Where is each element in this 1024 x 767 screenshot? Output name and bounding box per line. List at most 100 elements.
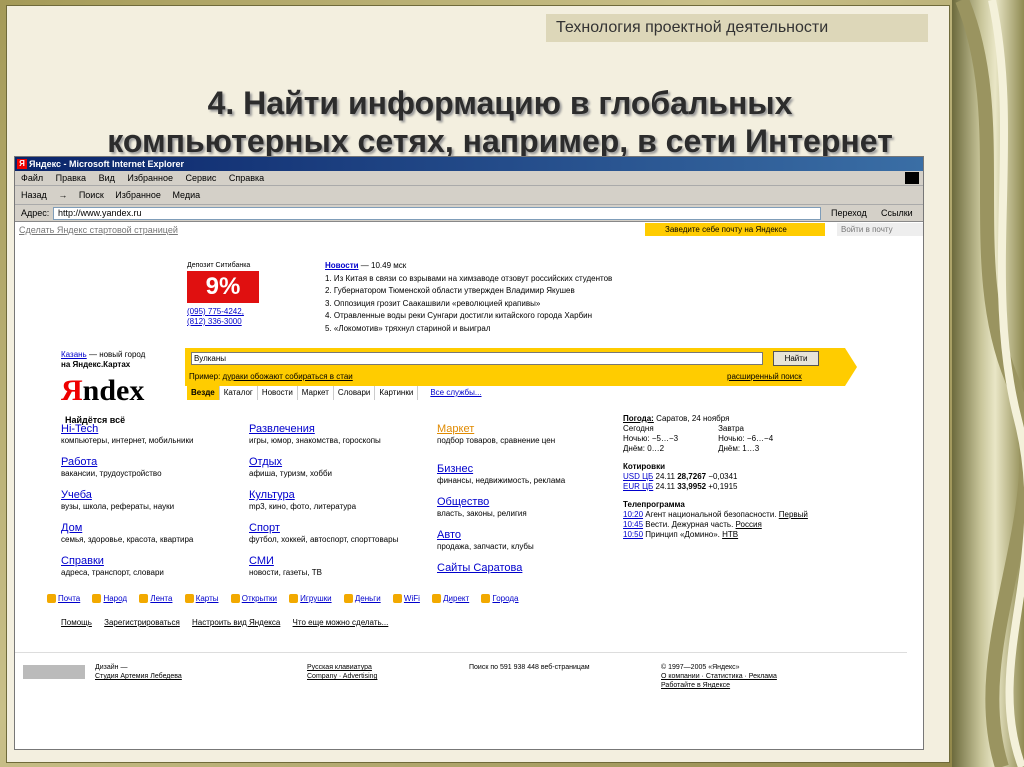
news-item[interactable]: 3. Оппозиция грозит Саакашвили «революци…: [325, 298, 805, 311]
news-item[interactable]: 1. Из Китая в связи со взрывами на химза…: [325, 273, 805, 286]
service-maps[interactable]: Карты: [196, 594, 219, 603]
category[interactable]: Авто продажа, запчасти, клубы: [437, 528, 534, 552]
category[interactable]: Сайты Саратова: [437, 561, 522, 575]
jobs-link[interactable]: Работайте в Яндексе: [661, 681, 777, 690]
category-title[interactable]: Дом: [61, 521, 193, 535]
help-link[interactable]: Помощь: [61, 618, 92, 627]
search-input[interactable]: Вулканы: [191, 352, 763, 365]
news-title-link[interactable]: Новости: [325, 261, 359, 270]
category[interactable]: Маркет подбор товаров, сравнение цен: [437, 422, 555, 446]
rate-name[interactable]: EUR ЦБ: [623, 482, 653, 491]
address-input[interactable]: http://www.yandex.ru: [53, 207, 821, 220]
weather-title[interactable]: Погода:: [623, 414, 654, 423]
service-mail[interactable]: Почта: [58, 594, 80, 603]
customize-link[interactable]: Настроить вид Яндекса: [192, 618, 280, 627]
about-links[interactable]: О компании · Статистика · Реклама: [661, 672, 777, 681]
menu-favorites[interactable]: Избранное: [127, 173, 173, 183]
category[interactable]: Бизнес финансы, недвижимость, реклама: [437, 462, 565, 486]
category[interactable]: Спорт футбол, хоккей, автоспорт, спорттов…: [249, 521, 398, 545]
rate-change: −0,0341: [708, 472, 738, 481]
category-title[interactable]: Отдых: [249, 455, 332, 469]
service-cities[interactable]: Города: [492, 594, 518, 603]
tab-dictionaries[interactable]: Словари: [334, 386, 376, 400]
tv-time[interactable]: 10:50: [623, 530, 643, 539]
tv-time[interactable]: 10:20: [623, 510, 643, 519]
tab-everywhere[interactable]: Везде: [187, 386, 220, 400]
tv-channel[interactable]: Первый: [779, 510, 808, 519]
service-toys[interactable]: Игрушки: [300, 594, 331, 603]
company-link[interactable]: Company · Advertising: [307, 672, 377, 681]
menu-file[interactable]: Файл: [21, 173, 43, 183]
menu-tools[interactable]: Сервис: [186, 173, 217, 183]
rate-name[interactable]: USD ЦБ: [623, 472, 653, 481]
direct-icon: [432, 594, 442, 604]
category[interactable]: Работа вакансии, трудоустройство: [61, 455, 162, 479]
ad-block[interactable]: Депозит Ситибанка 9% (095) 775-4242, (81…: [187, 262, 267, 327]
tab-catalog[interactable]: Каталог: [220, 386, 258, 400]
category[interactable]: Отдых афиша, туризм, хобби: [249, 455, 332, 479]
service-direct[interactable]: Директ: [443, 594, 469, 603]
menu-edit[interactable]: Правка: [56, 173, 86, 183]
city-link[interactable]: Казань: [61, 350, 87, 359]
category[interactable]: Учеба вузы, школа, рефераты, науки: [61, 488, 174, 512]
city-text: — новый город: [88, 350, 146, 359]
category-title[interactable]: Авто: [437, 528, 534, 542]
login-link[interactable]: Войти в почту: [837, 223, 923, 236]
category-title[interactable]: Учеба: [61, 488, 174, 502]
media-button[interactable]: Медиа: [172, 190, 200, 200]
menu-help[interactable]: Справка: [229, 173, 264, 183]
category-title[interactable]: Справки: [61, 554, 164, 568]
yandex-logo[interactable]: Яndex: [61, 374, 144, 408]
bottom-links: Помощь Зарегистрироваться Настроить вид …: [61, 618, 398, 627]
category-title[interactable]: Работа: [61, 455, 162, 469]
search-submit-button[interactable]: Найти: [773, 351, 819, 366]
news-item[interactable]: 4. Отравленные воды реки Сунгари достигл…: [325, 310, 805, 323]
category[interactable]: Справки адреса, транспорт, словари: [61, 554, 164, 578]
tab-news[interactable]: Новости: [258, 386, 298, 400]
tab-market[interactable]: Маркет: [298, 386, 334, 400]
category[interactable]: Дом семья, здоровье, красота, квартира: [61, 521, 193, 545]
service-wifi[interactable]: WiFi: [404, 594, 420, 603]
register-link[interactable]: Зарегистрироваться: [104, 618, 180, 627]
service-narod[interactable]: Народ: [103, 594, 127, 603]
tab-images[interactable]: Картинки: [375, 386, 419, 400]
links-button[interactable]: Ссылки: [881, 205, 913, 221]
studio-link[interactable]: Студия Артемия Лебедева: [95, 672, 182, 681]
back-button[interactable]: Назад: [21, 190, 47, 200]
favorites-button[interactable]: Избранное: [115, 190, 161, 200]
make-home-link[interactable]: Сделать Яндекс стартовой страницей: [19, 225, 178, 235]
tv-time[interactable]: 10:45: [623, 520, 643, 529]
news-item[interactable]: 5. «Локомотив» тряхнул стариной и выигра…: [325, 323, 805, 336]
search-button[interactable]: Поиск: [79, 190, 104, 200]
tv-channel[interactable]: Россия: [736, 520, 762, 529]
category[interactable]: Общество власть, законы, религия: [437, 495, 527, 519]
all-services-link[interactable]: Все службы...: [426, 386, 485, 400]
service-money[interactable]: Деньги: [355, 594, 381, 603]
service-lenta[interactable]: Лента: [150, 594, 172, 603]
category[interactable]: Развлечения игры, юмор, знакомства, горос…: [249, 422, 381, 446]
keyboard-link[interactable]: Русская клавиатура: [307, 663, 377, 672]
news-item[interactable]: 2. Губернатором Тюменской области утверж…: [325, 285, 805, 298]
category-title[interactable]: Культура: [249, 488, 356, 502]
category[interactable]: СМИ новости, газеты, ТВ: [249, 554, 322, 578]
service-postcards[interactable]: Открытки: [242, 594, 277, 603]
category-title[interactable]: Спорт: [249, 521, 398, 535]
tv-channel[interactable]: НТВ: [722, 530, 738, 539]
category-title[interactable]: Развлечения: [249, 422, 381, 436]
example-link[interactable]: дураки обожают собираться в стаи: [223, 372, 353, 381]
category-title[interactable]: Hi-Tech: [61, 422, 193, 436]
forward-button[interactable]: →: [58, 190, 67, 200]
category[interactable]: Hi-Tech компьютеры, интернет, мобильники: [61, 422, 193, 446]
category-title[interactable]: Общество: [437, 495, 527, 509]
category-title[interactable]: СМИ: [249, 554, 322, 568]
advanced-search-link[interactable]: расширенный поиск: [727, 372, 802, 381]
search-band: Вулканы Найти Пример: дураки обожают соб…: [185, 348, 857, 386]
category[interactable]: Культура mp3, кино, фото, литература: [249, 488, 356, 512]
menu-view[interactable]: Вид: [99, 173, 115, 183]
more-link[interactable]: Что еще можно сделать...: [293, 618, 389, 627]
category-title[interactable]: Сайты Саратова: [437, 561, 522, 575]
category-title[interactable]: Бизнес: [437, 462, 565, 476]
category-title[interactable]: Маркет: [437, 422, 555, 436]
go-button[interactable]: Переход: [831, 205, 867, 221]
mail-promo[interactable]: Заведите себе почту на Яндексе: [645, 223, 825, 236]
